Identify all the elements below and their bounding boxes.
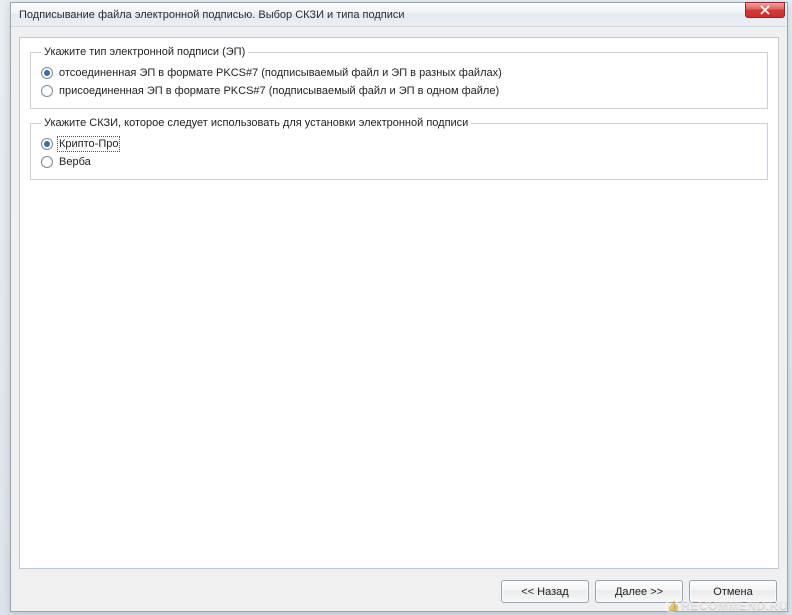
skzi-legend: Укажите СКЗИ, которое следует использова… <box>41 117 471 129</box>
radio-icon <box>41 67 53 79</box>
radio-label: Верба <box>59 156 91 168</box>
close-button[interactable] <box>745 2 785 18</box>
skzi-group: Укажите СКЗИ, которое следует использова… <box>30 117 768 180</box>
radio-attached-signature[interactable]: присоединенная ЭП в формате PKCS#7 (подп… <box>39 82 759 100</box>
signature-type-group: Укажите тип электронной подписи (ЭП) отс… <box>30 46 768 109</box>
window-title: Подписывание файла электронной подписью.… <box>19 9 757 21</box>
close-icon <box>760 5 770 15</box>
radio-label: присоединенная ЭП в формате PKCS#7 (подп… <box>59 85 499 97</box>
radio-label: отсоединенная ЭП в формате PKCS#7 (подпи… <box>59 67 502 79</box>
radio-icon <box>41 156 53 168</box>
radio-detached-signature[interactable]: отсоединенная ЭП в формате PKCS#7 (подпи… <box>39 64 759 82</box>
signature-type-legend: Укажите тип электронной подписи (ЭП) <box>41 46 248 58</box>
back-button[interactable]: << Назад <box>501 580 589 603</box>
radio-icon <box>41 85 53 97</box>
next-button[interactable]: Далее >> <box>595 580 683 603</box>
radio-label: Крипто-Про <box>59 138 118 150</box>
titlebar: Подписывание файла электронной подписью.… <box>11 3 787 27</box>
radio-cryptopro[interactable]: Крипто-Про <box>39 135 759 153</box>
content-panel: Укажите тип электронной подписи (ЭП) отс… <box>19 37 779 569</box>
radio-icon <box>41 138 53 150</box>
dialog-window: Подписывание файла электронной подписью.… <box>10 2 788 612</box>
button-bar: << Назад Далее >> Отмена <box>501 580 777 603</box>
radio-verba[interactable]: Верба <box>39 153 759 171</box>
cancel-button[interactable]: Отмена <box>689 580 777 603</box>
